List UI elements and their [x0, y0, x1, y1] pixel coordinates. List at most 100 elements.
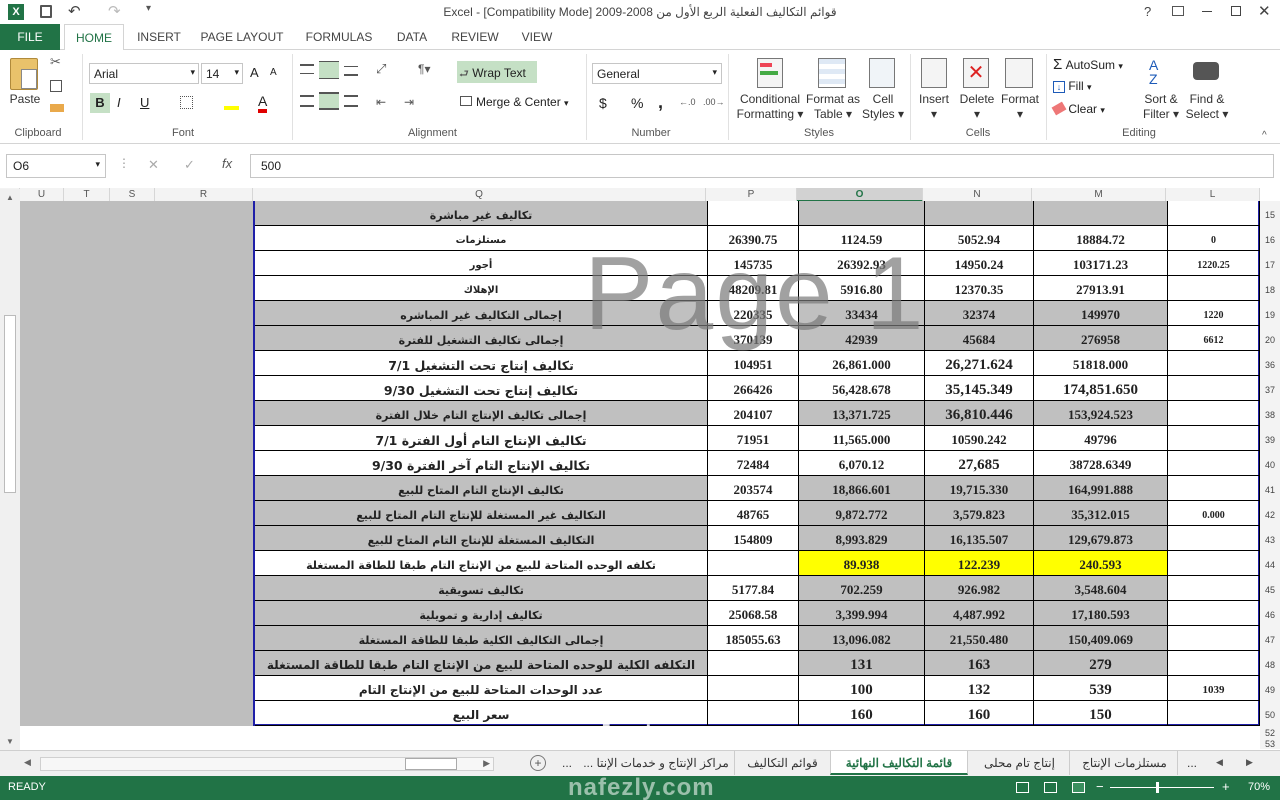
underline-button[interactable]: U	[140, 95, 149, 110]
row-header[interactable]: 17	[1260, 260, 1280, 270]
column-header-t[interactable]: T	[64, 188, 110, 202]
q-cell-label[interactable]: تكاليف غير مباشرة	[255, 201, 708, 226]
italic-button[interactable]: I	[117, 95, 121, 110]
p-cell[interactable]: 25068.58	[708, 601, 799, 626]
row-header[interactable]: 52	[1260, 728, 1280, 738]
font-size-select[interactable]: 14 ▾	[201, 63, 243, 84]
o-cell[interactable]: 56,428.678	[799, 376, 925, 401]
increase-indent-icon[interactable]: ⇥	[404, 95, 414, 109]
sheet-tab-cost-statements[interactable]: قوائم التكاليف	[734, 751, 830, 775]
merge-center-button[interactable]: Merge & Center ▾	[460, 95, 590, 113]
p-cell[interactable]: 203574	[708, 476, 799, 501]
save-icon[interactable]	[40, 5, 52, 18]
row-header[interactable]: 48	[1260, 660, 1280, 670]
n-cell[interactable]: 36,810.446	[925, 401, 1034, 426]
tab-scroll-left-icon[interactable]: ◀	[24, 757, 31, 768]
percent-button[interactable]: %	[631, 95, 643, 111]
row-header[interactable]: 36	[1260, 360, 1280, 370]
m-cell[interactable]: 150,409.069	[1034, 626, 1168, 651]
sheet-tab-more-right[interactable]: ...	[1180, 751, 1204, 775]
zoom-in-icon[interactable]: +	[1222, 779, 1230, 794]
n-cell[interactable]: 926.982	[925, 576, 1034, 601]
n-cell[interactable]: 26,271.624	[925, 351, 1034, 376]
insert-cells-button[interactable]: Insert ▾	[914, 92, 954, 122]
l-cell[interactable]	[1168, 626, 1260, 651]
o-cell[interactable]: 160	[799, 701, 925, 726]
tab-page-layout[interactable]: PAGE LAYOUT	[196, 24, 288, 50]
l-cell[interactable]: 6612	[1168, 326, 1260, 351]
cell-styles-icon[interactable]	[869, 58, 895, 88]
column-header-l[interactable]: L	[1166, 188, 1260, 202]
fill-color-icon[interactable]	[224, 96, 239, 110]
l-cell[interactable]	[1168, 476, 1260, 501]
prev-sheet-icon[interactable]: ◀	[1216, 757, 1223, 768]
delete-cells-button[interactable]: Delete ▾	[956, 92, 998, 122]
font-name-select[interactable]: Arial ▾	[89, 63, 199, 84]
n-cell[interactable]: 10590.242	[925, 426, 1034, 451]
n-cell[interactable]: 19,715.330	[925, 476, 1034, 501]
o-cell[interactable]: 18,866.601	[799, 476, 925, 501]
l-cell[interactable]: 1220.25	[1168, 251, 1260, 276]
name-box[interactable]: O6 ▾	[6, 154, 106, 178]
q-cell-label[interactable]: إجمالى التكاليف الكلية طبقا للطاقة المست…	[255, 626, 708, 651]
tab-scroll-right-icon[interactable]: ▶	[483, 758, 490, 769]
n-cell[interactable]: 163	[925, 651, 1034, 676]
l-cell[interactable]	[1168, 426, 1260, 451]
o-cell[interactable]: 702.259	[799, 576, 925, 601]
o-cell[interactable]: 8,993.829	[799, 526, 925, 551]
n-cell[interactable]: 32374	[925, 301, 1034, 326]
font-color-button[interactable]: A	[258, 93, 268, 113]
p-cell[interactable]: 71951	[708, 426, 799, 451]
enter-entry-icon[interactable]: ✓	[184, 157, 195, 173]
n-cell[interactable]: 5052.94	[925, 226, 1034, 251]
m-cell[interactable]: 129,679.873	[1034, 526, 1168, 551]
q-cell-label[interactable]: تكاليف الإنتاج التام أول الفترة 7/1	[255, 426, 708, 451]
p-cell[interactable]: 5177.84	[708, 576, 799, 601]
autosum-button[interactable]: Σ AutoSum ▾	[1053, 56, 1143, 74]
next-sheet-icon[interactable]: ▶	[1246, 757, 1253, 768]
o-cell[interactable]: 13,096.082	[799, 626, 925, 651]
zoom-slider[interactable]	[1110, 782, 1214, 793]
hscroll-thumb[interactable]	[405, 758, 457, 770]
p-cell[interactable]	[708, 701, 799, 726]
row-header[interactable]: 16	[1260, 235, 1280, 245]
collapse-ribbon-icon[interactable]: ^	[1262, 130, 1267, 141]
row-header[interactable]: 43	[1260, 535, 1280, 545]
l-cell[interactable]	[1168, 551, 1260, 576]
m-cell[interactable]: 174,851.650	[1034, 376, 1168, 401]
n-cell[interactable]: 3,579.823	[925, 501, 1034, 526]
fill-button[interactable]: ↓ Fill ▾	[1053, 79, 1113, 97]
format-cells-button[interactable]: Format ▾	[998, 92, 1042, 122]
tab-formulas[interactable]: FORMULAS	[296, 24, 382, 50]
page-layout-view-icon[interactable]	[1044, 782, 1057, 793]
align-left-icon[interactable]	[300, 95, 314, 107]
row-header[interactable]: 53	[1260, 739, 1280, 749]
n-cell[interactable]: 27,685	[925, 451, 1034, 476]
m-cell[interactable]: 49796	[1034, 426, 1168, 451]
m-cell[interactable]	[1034, 201, 1168, 226]
l-cell[interactable]	[1168, 526, 1260, 551]
l-cell[interactable]	[1168, 701, 1260, 726]
close-icon[interactable]: ✕	[1258, 2, 1271, 20]
text-direction-icon[interactable]: ¶▾	[418, 62, 430, 76]
p-cell[interactable]: 266426	[708, 376, 799, 401]
ribbon-display-icon[interactable]	[1172, 6, 1184, 16]
row-header[interactable]: 18	[1260, 285, 1280, 295]
l-cell[interactable]	[1168, 601, 1260, 626]
q-cell-label[interactable]: تكاليف تسويقية	[255, 576, 708, 601]
l-cell[interactable]	[1168, 576, 1260, 601]
q-cell-label[interactable]: تكاليف إنتاج تحت التشغيل 9/30	[255, 376, 708, 401]
tab-view[interactable]: VIEW	[512, 24, 562, 50]
column-header-n[interactable]: N	[923, 188, 1032, 202]
insert-function-icon[interactable]: fx	[222, 156, 232, 171]
o-cell[interactable]: 26,861.000	[799, 351, 925, 376]
row-header[interactable]: 41	[1260, 485, 1280, 495]
row-header[interactable]: 37	[1260, 385, 1280, 395]
m-cell[interactable]: 240.593	[1034, 551, 1168, 576]
n-cell[interactable]: 14950.24	[925, 251, 1034, 276]
n-cell[interactable]: 4,487.992	[925, 601, 1034, 626]
customize-qat-icon[interactable]: ▾	[146, 3, 151, 14]
q-cell-label[interactable]: تكاليف الإنتاج التام المتاح للبيع	[255, 476, 708, 501]
borders-icon[interactable]	[180, 96, 193, 109]
row-header[interactable]: 49	[1260, 685, 1280, 695]
